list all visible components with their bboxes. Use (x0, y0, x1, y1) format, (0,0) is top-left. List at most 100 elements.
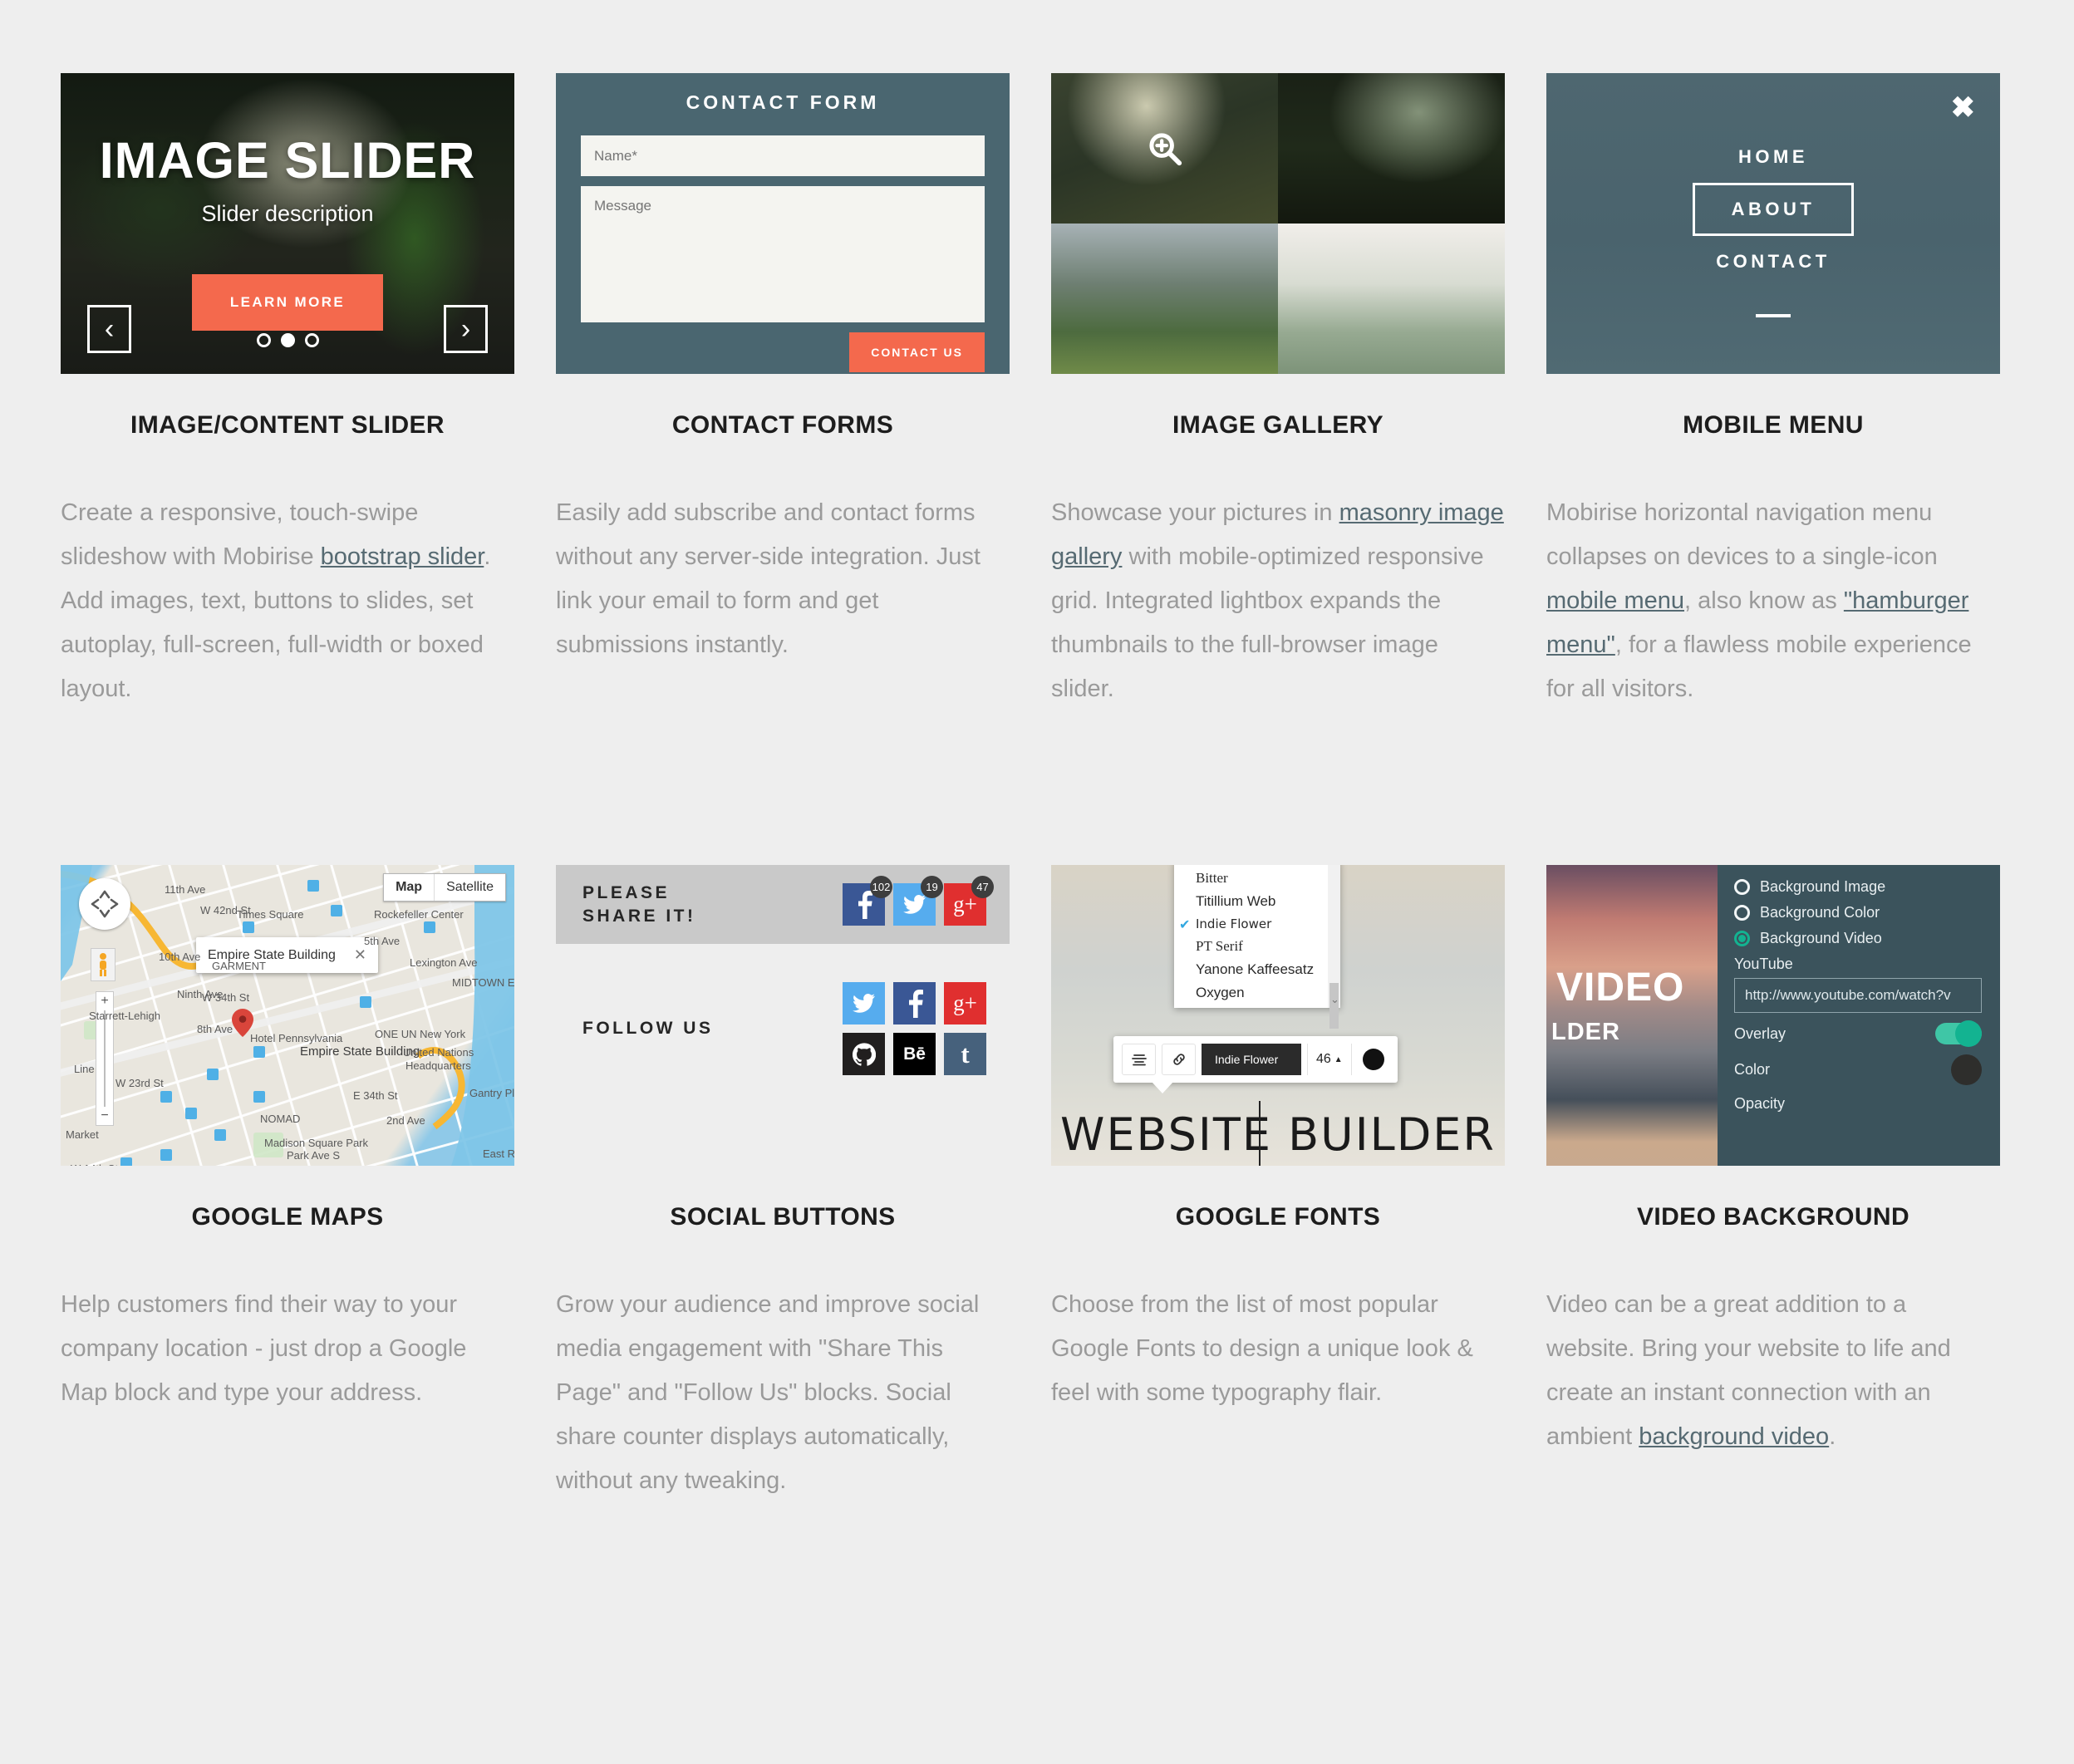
card-description: Grow your audience and improve social me… (556, 1291, 980, 1494)
map-marker-icon[interactable] (232, 1009, 253, 1037)
github-follow-button[interactable] (843, 1033, 885, 1075)
zoom-out-button[interactable]: − (96, 1107, 113, 1125)
map-type-satellite[interactable]: Satellite (435, 874, 505, 901)
caret-up-icon[interactable]: ▲ (1334, 1055, 1343, 1064)
behance-follow-button[interactable]: Bē (893, 1033, 936, 1075)
inline-link[interactable]: masonry image gallery (1051, 499, 1504, 570)
card-title: IMAGE GALLERY (1172, 411, 1384, 439)
card-description: Mobirise horizontal navigation menu coll… (1546, 499, 1972, 702)
menu-item-about[interactable]: ABOUT (1692, 183, 1855, 236)
message-input[interactable] (581, 186, 985, 322)
google-map-preview[interactable]: Map Satellite + − Empire State Building … (61, 865, 514, 1166)
text-align-icon[interactable] (1122, 1044, 1156, 1075)
slider-preview[interactable]: IMAGE SLIDER Slider description LEARN MO… (61, 73, 514, 374)
radio-background-video[interactable]: Background Video (1734, 930, 1982, 947)
menu-item-home[interactable]: HOME (1738, 146, 1808, 168)
font-family-selector[interactable]: Indie Flower (1202, 1044, 1301, 1075)
inline-link[interactable]: mobile menu (1546, 587, 1684, 614)
font-size-stepper[interactable]: 46 ▲ (1307, 1044, 1352, 1075)
overlay-color-swatch[interactable] (1951, 1054, 1982, 1085)
twitter-follow-button[interactable] (843, 982, 885, 1024)
slider-dot[interactable] (256, 333, 271, 347)
link-icon[interactable] (1162, 1044, 1196, 1075)
video-preview-thumbnail: VIDEO LDER (1546, 865, 1718, 1166)
text-cursor (1259, 1101, 1261, 1166)
slider-dot-active[interactable] (280, 333, 295, 347)
mobile-menu-preview: ✖ HOME ABOUT CONTACT (1546, 73, 2000, 374)
follow-heading: FOLLOW US (582, 1019, 714, 1038)
gallery-tile[interactable] (1051, 73, 1278, 224)
radio-background-color[interactable]: Background Color (1734, 904, 1982, 921)
share-icons: 102 19 g+ 47 (843, 876, 994, 926)
card-title: GOOGLE MAPS (191, 1203, 384, 1231)
card-title: SOCIAL BUTTONS (670, 1203, 896, 1231)
close-icon[interactable]: ✕ (354, 946, 366, 964)
radio-icon-selected (1734, 931, 1750, 946)
map-type-map[interactable]: Map (384, 874, 435, 901)
share-heading-line1: PLEASE (582, 882, 671, 902)
preview-word-partial: LDER (1551, 1019, 1620, 1045)
color-label: Color (1734, 1061, 1771, 1078)
gallery-tile[interactable] (1278, 73, 1505, 224)
map-infowindow: Empire State Building ✕ (196, 937, 378, 973)
tumblr-icon: t (961, 1039, 970, 1069)
zoom-slider-track[interactable] (104, 1010, 106, 1107)
tumblr-follow-button[interactable]: t (944, 1033, 986, 1075)
features-grid-page: IMAGE SLIDER Slider description LEARN MO… (0, 0, 2074, 1764)
twitter-icon (903, 895, 926, 914)
learn-more-button[interactable]: LEARN MORE (191, 274, 384, 331)
slider-dot[interactable] (304, 333, 319, 347)
google-plus-share-button[interactable]: g+ 47 (944, 876, 994, 926)
facebook-share-button[interactable]: 102 (843, 876, 892, 926)
menu-divider (1756, 314, 1791, 317)
pan-control-icon[interactable] (79, 878, 130, 930)
google-plus-follow-button[interactable]: g+ (944, 982, 986, 1024)
chevron-down-icon[interactable]: ⌄ (1330, 993, 1339, 1006)
gallery-tile[interactable] (1278, 224, 1505, 374)
chain-link-glyph (1172, 1054, 1185, 1065)
youtube-url-input[interactable] (1734, 978, 1982, 1013)
card-description: Showcase your pictures in masonry image … (1051, 499, 1504, 702)
text-color-swatch[interactable] (1362, 1049, 1384, 1070)
font-option-titillium-web[interactable]: Titillium Web (1174, 890, 1340, 913)
contact-form-heading: CONTACT FORM (686, 91, 880, 113)
zoom-in-button[interactable]: + (96, 992, 113, 1010)
street-view-pegman-icon[interactable] (91, 948, 115, 981)
font-dropdown-list[interactable]: Bitter Titillium Web ✔ Indie Flower PT S… (1174, 865, 1340, 1029)
card-title: MOBILE MENU (1683, 411, 1864, 439)
gallery-tile[interactable] (1051, 224, 1278, 374)
font-option-label: Indie Flower (1196, 916, 1272, 931)
align-center-glyph (1131, 1054, 1147, 1066)
twitter-share-button[interactable]: 19 (893, 876, 943, 926)
font-option-yanone-kaffeesatz[interactable]: Yanone Kaffeesatz (1174, 958, 1340, 981)
menu-item-contact[interactable]: CONTACT (1716, 251, 1830, 273)
share-heading: PLEASE SHARE IT! (582, 882, 696, 928)
contact-us-button[interactable]: CONTACT US (849, 332, 985, 372)
font-option-pt-serif[interactable]: PT Serif (1174, 935, 1340, 958)
font-option-oxygen[interactable]: Oxygen (1174, 981, 1340, 1005)
pegman-figure-icon (100, 953, 106, 976)
overlay-toggle[interactable] (1935, 1020, 1982, 1047)
pan-arrows-icon (91, 890, 119, 918)
font-option-label: Oxygen (1196, 985, 1245, 1000)
overlay-label: Overlay (1734, 1024, 1786, 1042)
font-list-scrollbar[interactable]: ⌄ (1328, 865, 1340, 1029)
map-zoom-control[interactable]: + − (96, 991, 114, 1126)
check-icon: ✔ (1179, 916, 1191, 932)
card-google-maps: Map Satellite + − Empire State Building … (61, 865, 514, 1503)
text-format-toolbar: Indie Flower 46 ▲ (1113, 1036, 1398, 1083)
card-video-background: VIDEO LDER Background Image Background C… (1546, 865, 2000, 1503)
radio-background-image[interactable]: Background Image (1734, 878, 1982, 896)
font-option-bitter[interactable]: Bitter (1174, 867, 1340, 890)
font-option-indie-flower[interactable]: ✔ Indie Flower (1174, 913, 1340, 935)
card-description: Help customers find their way to your co… (61, 1291, 467, 1406)
radio-icon (1734, 879, 1750, 895)
name-input[interactable] (581, 135, 985, 176)
inline-link[interactable]: background video (1639, 1423, 1829, 1450)
facebook-follow-button[interactable] (893, 982, 936, 1024)
map-type-control[interactable]: Map Satellite (383, 873, 506, 902)
radio-label: Background Video (1760, 930, 1882, 946)
inline-link[interactable]: bootstrap slider (321, 543, 484, 570)
canvas-text[interactable]: WEBSITE BUILDER (1051, 1108, 1505, 1161)
card-description: Choose from the list of most popular Goo… (1051, 1291, 1473, 1406)
